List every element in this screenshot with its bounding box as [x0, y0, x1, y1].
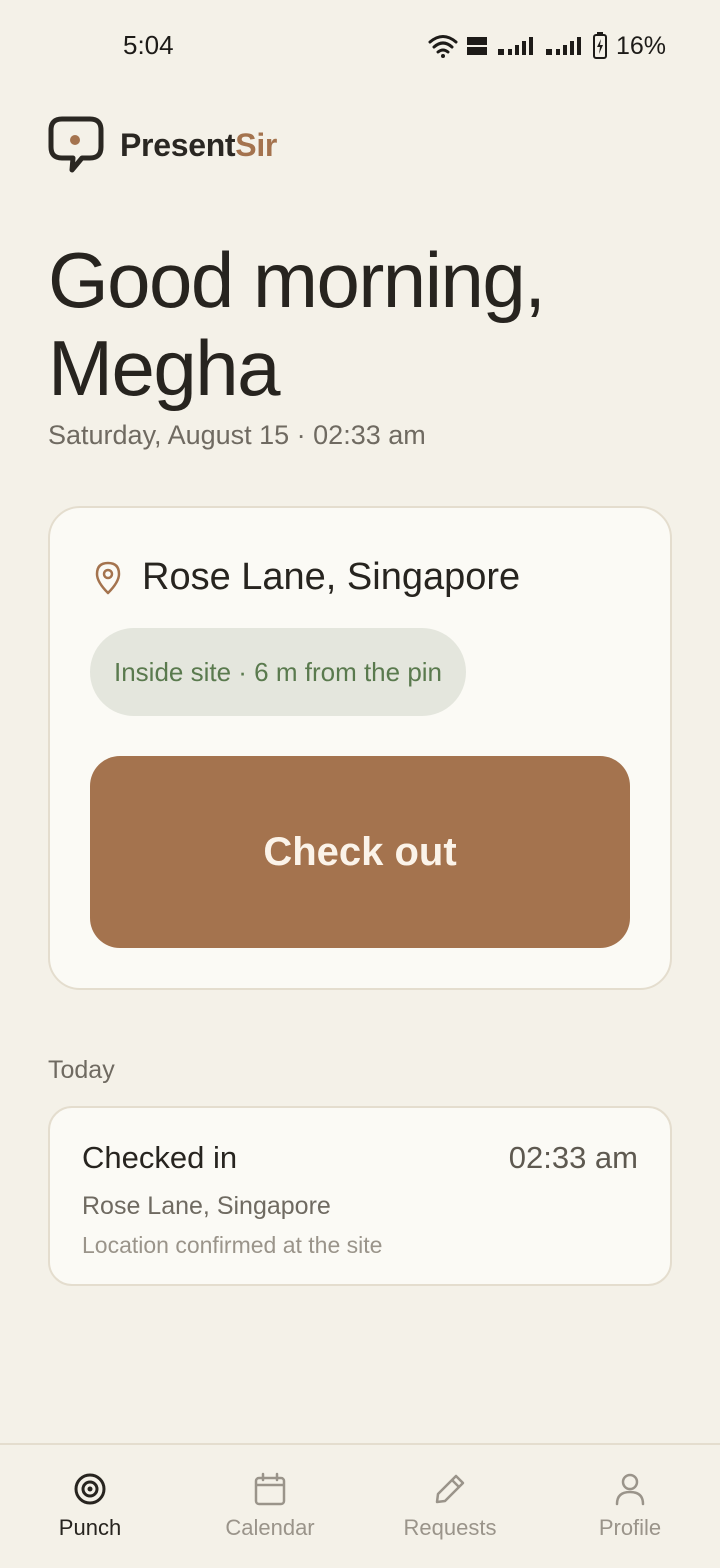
today-section-label: Today: [48, 1056, 115, 1084]
battery-icon: [592, 32, 607, 59]
nav-item-requests[interactable]: Requests: [380, 1471, 520, 1551]
status-time: 5:04: [123, 30, 174, 60]
person-icon: [615, 1473, 645, 1506]
volte-icon: [466, 37, 487, 55]
pencil-icon: [435, 1474, 465, 1504]
nav-item-calendar[interactable]: Calendar: [200, 1471, 340, 1551]
greeting-heading: Good morning, Megha: [48, 236, 546, 412]
log-entry-location: Rose Lane, Singapore: [82, 1192, 331, 1220]
geofence-status-badge: Inside site · 6 m from the pin: [90, 628, 467, 716]
current-date-time: Saturday, August 15 · 02:33 am: [48, 420, 426, 450]
brand-header: PresentSir: [48, 116, 277, 174]
nav-item-profile[interactable]: Profile: [560, 1471, 700, 1551]
site-name: Rose Lane, Singapore: [142, 556, 521, 598]
status-icons: 16%: [428, 30, 666, 62]
wifi-icon: [428, 35, 458, 58]
location-pin-icon: [95, 561, 121, 594]
site-row: Rose Lane, Singapore: [94, 556, 520, 599]
attendance-log-entry: Checked in 02:33 am Rose Lane, Singapore…: [48, 1106, 672, 1286]
signal-2-icon: [545, 37, 581, 55]
nav-label-profile: Profile: [598, 1515, 662, 1540]
status-bar: 5:04 16%: [0, 0, 720, 92]
brand-name-part2: Sir: [235, 126, 278, 163]
battery-percentage: 16%: [615, 31, 666, 60]
target-icon: [74, 1473, 106, 1505]
log-entry-note: Location confirmed at the site: [82, 1232, 383, 1258]
nav-label-calendar: Calendar: [225, 1515, 315, 1540]
brand-name: PresentSir: [120, 127, 277, 164]
punch-card: Rose Lane, Singapore Inside site · 6 m f…: [48, 506, 672, 990]
speech-bubble-logo-icon: [48, 116, 104, 173]
calendar-icon: [254, 1472, 286, 1506]
nav-label-punch: Punch: [58, 1515, 122, 1540]
brand-name-part1: Present: [120, 126, 236, 163]
bottom-navigation: Punch Calendar Requests Profile: [0, 1443, 720, 1568]
nav-item-punch[interactable]: Punch: [20, 1471, 160, 1551]
nav-label-requests: Requests: [403, 1515, 497, 1540]
check-out-button[interactable]: Check out: [90, 756, 630, 948]
signal-1-icon: [497, 37, 533, 55]
log-entry-time: 02:33 am: [508, 1140, 638, 1175]
log-entry-title: Checked in: [82, 1140, 238, 1175]
